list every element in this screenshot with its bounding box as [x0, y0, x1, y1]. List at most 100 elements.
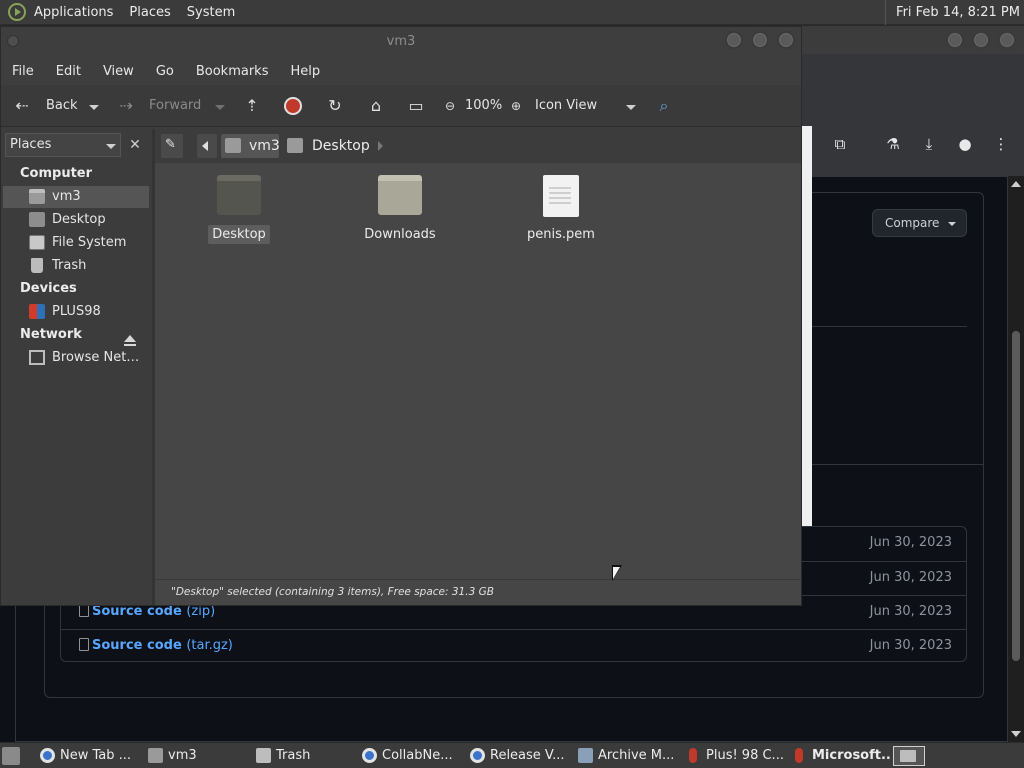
sidebar-item-file-system[interactable]: File System	[3, 232, 149, 254]
applications-menu[interactable]: Applications	[26, 0, 121, 25]
chevron-left-icon	[202, 141, 208, 151]
eject-icon[interactable]	[124, 335, 136, 347]
file-item-label-text: Desktop	[208, 225, 270, 244]
task-collabnet[interactable]: CollabNe...	[360, 745, 462, 767]
home-folder-icon	[29, 189, 45, 204]
file-item-label-text: Downloads	[364, 227, 436, 242]
zoom-in-icon[interactable]: ⊕	[505, 95, 527, 117]
task-archive-manager[interactable]: Archive M...	[576, 745, 678, 767]
path-forward-button[interactable]	[375, 134, 389, 158]
file-item-label: Downloads	[340, 227, 460, 242]
minimize-button[interactable]	[946, 31, 964, 49]
minimize-button[interactable]	[725, 31, 743, 49]
document-icon	[543, 175, 579, 217]
scroll-up-icon[interactable]	[1011, 181, 1021, 187]
task-new-tab[interactable]: New Tab ...	[38, 745, 138, 767]
distro-logo-icon[interactable]	[8, 3, 26, 21]
asset-link[interactable]: Source code (tar.gz)	[79, 638, 233, 653]
zoom-out-icon[interactable]: ⊖	[439, 95, 461, 117]
reload-icon[interactable]: ↻	[324, 95, 346, 117]
sidebar-item-label: Trash	[52, 258, 87, 273]
edit-location-button[interactable]: ✎	[161, 134, 183, 158]
computer-icon[interactable]: ▭	[405, 95, 427, 117]
status-text: "Desktop" selected (containing 3 items),…	[171, 586, 494, 598]
workspace-switcher[interactable]	[893, 746, 925, 766]
menu-file[interactable]: File	[1, 64, 45, 79]
task-release[interactable]: Release V...	[468, 745, 570, 767]
home-folder-icon	[148, 748, 163, 763]
file-item-downloads[interactable]: Downloads	[340, 171, 460, 251]
menu-edit[interactable]: Edit	[45, 64, 92, 79]
zoom-level: 100%	[465, 98, 503, 113]
sidebar-item-trash[interactable]: Trash	[3, 255, 149, 277]
asset-date: Jun 30, 2023	[869, 570, 952, 585]
sidebar-item-vm3[interactable]: vm3	[3, 186, 149, 208]
maximize-button[interactable]	[751, 31, 769, 49]
sidebar-item-plus98[interactable]: PLUS98	[3, 301, 149, 323]
asset-link[interactable]: Source code (zip)	[79, 604, 215, 619]
extensions-icon[interactable]: ⧉	[830, 134, 850, 154]
browser-scrollbar[interactable]	[1008, 176, 1024, 742]
menu-help[interactable]: Help	[279, 64, 331, 79]
sidebar-section-computer: Computer	[20, 166, 93, 181]
close-button[interactable]	[998, 31, 1016, 49]
asset-row[interactable]: Source code (tar.gz) Jun 30, 2023	[61, 629, 966, 661]
task-microsoft[interactable]: Microsoft...	[790, 745, 890, 767]
close-button[interactable]	[777, 31, 795, 49]
top-panel: Applications Places System Fri Feb 14, 8…	[0, 0, 1024, 25]
back-arrow-icon[interactable]: ⇠	[11, 95, 33, 117]
menu-bookmarks[interactable]: Bookmarks	[185, 64, 280, 79]
download-icon[interactable]: ⤓	[919, 134, 939, 154]
chevron-right-icon	[378, 141, 383, 151]
fm-titlebar[interactable]: vm3	[1, 27, 801, 57]
back-history-dropdown[interactable]	[89, 105, 99, 110]
zip-icon	[79, 638, 89, 651]
more-icon[interactable]: ⋮	[991, 134, 1011, 154]
file-item-desktop[interactable]: Desktop	[179, 171, 299, 251]
menu-view[interactable]: View	[92, 64, 145, 79]
show-desktop-icon[interactable]	[2, 747, 20, 765]
forward-arrow-icon[interactable]: ⇢	[115, 95, 137, 117]
up-arrow-icon[interactable]: ⇡	[241, 95, 263, 117]
path-segment-vm3[interactable]: vm3	[221, 134, 280, 158]
forward-button[interactable]: Forward	[149, 96, 201, 116]
close-icon[interactable]: ✕	[125, 135, 145, 155]
search-icon[interactable]: ⌕	[653, 95, 675, 117]
places-combo[interactable]: Places	[5, 133, 121, 157]
task-trash[interactable]: Trash	[254, 745, 354, 767]
wine-icon	[795, 748, 803, 763]
scroll-down-icon[interactable]	[1011, 731, 1021, 737]
home-icon[interactable]: ⌂	[365, 95, 387, 117]
stop-icon[interactable]	[284, 97, 302, 115]
task-plus98[interactable]: Plus! 98 C...	[684, 745, 786, 767]
maximize-button[interactable]	[972, 31, 990, 49]
window-title: vm3	[386, 34, 416, 49]
profile-icon[interactable]: ●	[955, 134, 975, 154]
labs-icon[interactable]: ⚗	[883, 134, 903, 154]
sidebar-section-devices: Devices	[20, 281, 77, 296]
task-vm3[interactable]: vm3	[146, 745, 246, 767]
sidebar-item-browse-network[interactable]: Browse Net…	[3, 347, 149, 369]
chevron-down-icon[interactable]	[626, 105, 636, 110]
back-button[interactable]: Back	[46, 96, 78, 116]
menu-go[interactable]: Go	[145, 64, 185, 79]
icon-view[interactable]: Desktop Downloads penis.pem	[155, 163, 801, 579]
task-label: Archive M...	[598, 748, 675, 763]
sidebar-item-desktop[interactable]: Desktop	[3, 209, 149, 231]
system-menu[interactable]: System	[179, 0, 243, 25]
trash-icon	[31, 258, 43, 273]
path-segment-desktop[interactable]: Desktop	[283, 134, 370, 158]
places-menu[interactable]: Places	[121, 0, 178, 25]
forward-history-dropdown[interactable]	[215, 105, 225, 110]
task-label: Plus! 98 C...	[706, 748, 784, 763]
file-item-pem[interactable]: penis.pem	[501, 171, 621, 251]
compare-button[interactable]: Compare	[872, 209, 967, 237]
browser-titlebar[interactable]	[800, 26, 1024, 54]
clock[interactable]: Fri Feb 14, 8:21 PM	[885, 0, 1020, 25]
path-back-button[interactable]	[197, 134, 217, 158]
scroll-thumb[interactable]	[1012, 331, 1020, 661]
asset-name: Source code	[92, 604, 182, 619]
divider	[812, 464, 984, 465]
view-mode-select[interactable]: Icon View	[535, 96, 597, 116]
task-label: Trash	[276, 748, 311, 763]
